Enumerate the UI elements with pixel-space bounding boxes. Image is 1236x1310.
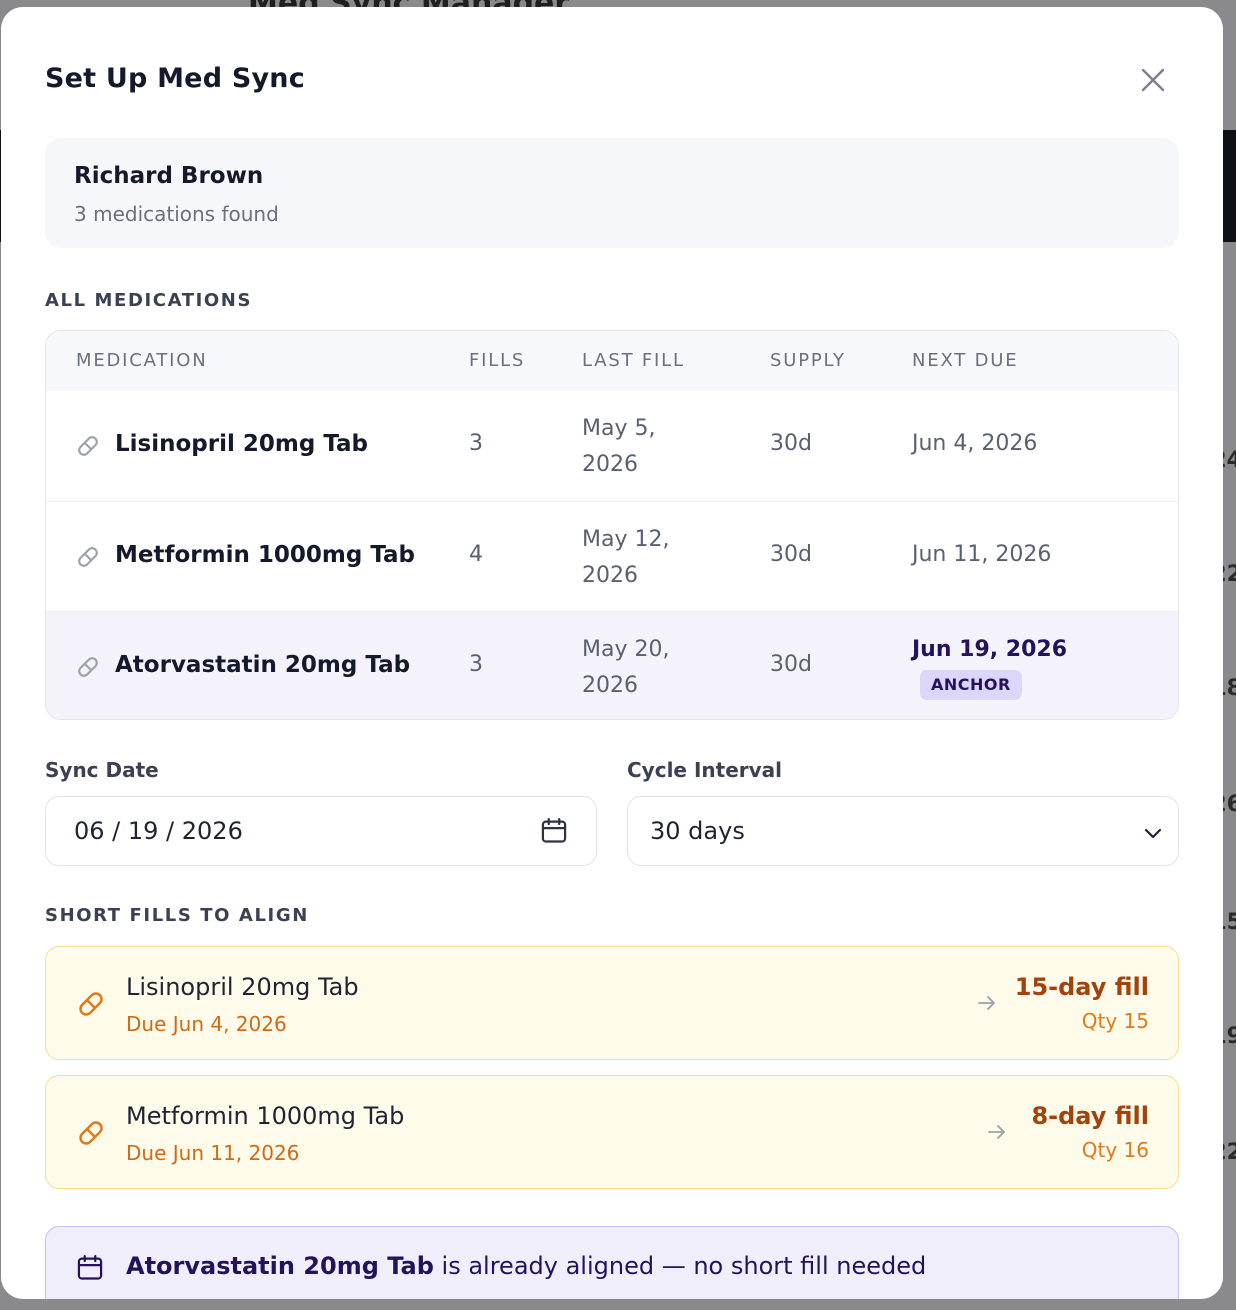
fills-count: 3 bbox=[469, 652, 483, 677]
supply-days: 30d bbox=[770, 431, 812, 456]
medication-name: Lisinopril 20mg Tab bbox=[115, 431, 369, 457]
med-sync-modal: Set Up Med Sync Richard Brown 3 medicati… bbox=[1, 7, 1223, 1299]
aligned-medication: Atorvastatin 20mg Tab bbox=[126, 1252, 434, 1280]
all-medications-heading: ALL MEDICATIONS bbox=[45, 290, 253, 311]
pill-icon bbox=[79, 1121, 103, 1145]
table-row-anchor[interactable]: Atorvastatin 20mg Tab 3 May 20, 2026 30d… bbox=[46, 611, 1178, 719]
column-header-medication: MEDICATION bbox=[76, 350, 208, 371]
short-fill-qty: Qty 15 bbox=[1081, 1009, 1149, 1033]
short-fill-qty: Qty 16 bbox=[1081, 1138, 1149, 1162]
next-due-date: Jun 11, 2026 bbox=[912, 542, 1052, 567]
aligned-message: is already aligned — no short fill neede… bbox=[433, 1252, 927, 1280]
close-button[interactable] bbox=[1135, 62, 1171, 98]
short-fill-days: 15-day fill bbox=[1014, 973, 1149, 1001]
short-fill-card[interactable]: Metformin 1000mg Tab Due Jun 11, 2026 8-… bbox=[45, 1075, 1179, 1189]
last-fill-date: May 12, 2026 bbox=[582, 527, 670, 588]
medication-name: Atorvastatin 20mg Tab bbox=[115, 652, 411, 678]
chevron-down-icon bbox=[1144, 828, 1162, 839]
link-icon bbox=[78, 436, 98, 456]
close-icon bbox=[1141, 68, 1165, 92]
link-icon bbox=[78, 547, 98, 567]
short-fill-card[interactable]: Lisinopril 20mg Tab Due Jun 4, 2026 15-d… bbox=[45, 946, 1179, 1060]
fills-count: 3 bbox=[469, 431, 483, 456]
medication-name: Metformin 1000mg Tab bbox=[115, 542, 416, 568]
column-header-fills: FILLS bbox=[469, 350, 526, 371]
aligned-note: Atorvastatin 20mg Tab is already aligned… bbox=[45, 1226, 1179, 1299]
sync-date-value: 06 / 19 / 2026 bbox=[74, 817, 243, 845]
cycle-interval-label: Cycle Interval bbox=[627, 758, 783, 782]
column-header-next-due: NEXT DUE bbox=[912, 350, 1019, 371]
calendar-icon bbox=[77, 1254, 103, 1280]
supply-days: 30d bbox=[770, 652, 812, 677]
sync-date-label: Sync Date bbox=[45, 758, 159, 782]
short-fill-medication: Metformin 1000mg Tab bbox=[126, 1102, 405, 1130]
last-fill-date: May 20, 2026 bbox=[582, 637, 670, 698]
medication-count: 3 medications found bbox=[74, 202, 279, 226]
cycle-interval-value: 30 days bbox=[650, 817, 745, 845]
cycle-interval-select[interactable]: 30 days bbox=[627, 796, 1179, 866]
column-header-last-fill: LAST FILL bbox=[582, 350, 685, 371]
short-fill-due: Due Jun 4, 2026 bbox=[126, 1012, 287, 1036]
arrow-right-icon bbox=[978, 996, 995, 1010]
aligned-text: Atorvastatin 20mg Tab is already aligned… bbox=[126, 1252, 926, 1280]
sync-date-input[interactable]: 06 / 19 / 2026 bbox=[45, 796, 597, 866]
column-header-supply: SUPPLY bbox=[770, 350, 846, 371]
supply-days: 30d bbox=[770, 542, 812, 567]
calendar-icon[interactable] bbox=[540, 817, 568, 845]
medications-table: MEDICATION FILLS LAST FILL SUPPLY NEXT D… bbox=[45, 330, 1179, 720]
last-fill-date: May 5, 2026 bbox=[582, 416, 656, 477]
link-icon bbox=[78, 657, 98, 677]
short-fill-medication: Lisinopril 20mg Tab bbox=[126, 973, 359, 1001]
short-fills-heading: SHORT FILLS TO ALIGN bbox=[45, 905, 309, 926]
pill-icon bbox=[79, 992, 103, 1016]
table-row[interactable]: Metformin 1000mg Tab 4 May 12, 2026 30d … bbox=[46, 501, 1178, 611]
fills-count: 4 bbox=[469, 542, 483, 567]
table-row[interactable]: Lisinopril 20mg Tab 3 May 5, 2026 30d Ju… bbox=[46, 391, 1178, 501]
patient-name: Richard Brown bbox=[74, 163, 264, 189]
short-fill-due: Due Jun 11, 2026 bbox=[126, 1141, 300, 1165]
next-due-anchor: Jun 19, 2026 ANCHOR bbox=[912, 632, 1132, 704]
next-due-date: Jun 4, 2026 bbox=[912, 431, 1038, 456]
modal-title: Set Up Med Sync bbox=[45, 63, 305, 94]
arrow-right-icon bbox=[988, 1125, 1005, 1139]
patient-card: Richard Brown 3 medications found bbox=[45, 138, 1179, 248]
table-header: MEDICATION FILLS LAST FILL SUPPLY NEXT D… bbox=[46, 331, 1178, 391]
next-due-date: Jun 19, 2026 bbox=[912, 637, 1068, 662]
anchor-badge: ANCHOR bbox=[920, 670, 1022, 700]
short-fill-days: 8-day fill bbox=[1031, 1102, 1149, 1130]
